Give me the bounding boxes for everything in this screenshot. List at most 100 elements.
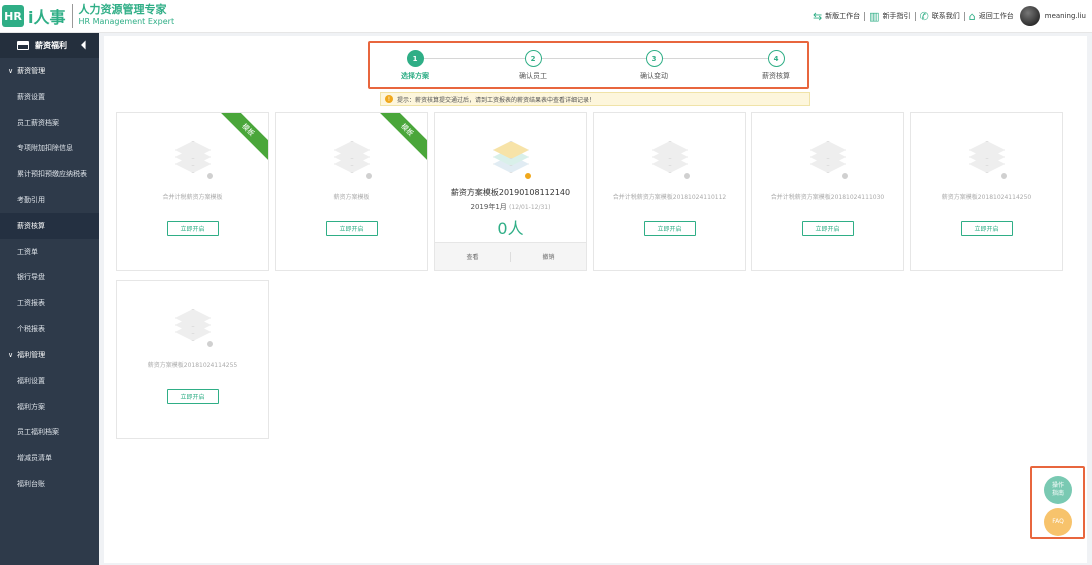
sidebar-group-label: 福利管理: [17, 350, 46, 359]
open-now-button[interactable]: 立即开启: [801, 221, 854, 236]
sidebar-item-employee-salary-files[interactable]: 员工薪资档案: [0, 110, 99, 136]
tip-text: 提示：薪资核算提交通过后，请到工资报表的薪资结果表中查看详细记录！: [397, 96, 596, 104]
chevron-down-icon: ∨: [8, 350, 14, 359]
username[interactable]: meaning.liu: [1045, 12, 1086, 20]
new-workbench-label: 新版工作台: [825, 12, 861, 20]
home-icon: ⌂: [968, 9, 976, 23]
header-links: ⇆ 新版工作台 ▥ 新手指引 ✆ 联系我们 ⌂ 返回工作台 meaning.li…: [813, 4, 1086, 28]
swap-icon: ⇆: [812, 9, 823, 23]
tip-banner: ! 提示：薪资核算提交通过后，请到工资报表的薪资结果表中查看详细记录！: [380, 92, 810, 106]
card-title: 合并计税薪资方案模板: [162, 194, 223, 201]
beginner-guide-link[interactable]: ▥ 新手指引: [869, 10, 910, 23]
card-period: 2019年1月 (12/01-12/31): [435, 202, 586, 212]
operation-guide-button[interactable]: 操作 指南: [1044, 476, 1072, 504]
step-select-plan[interactable]: 1 选择方案: [375, 50, 455, 81]
sidebar-item-benefit-settings[interactable]: 福利设置: [0, 368, 99, 394]
header-divider: [864, 11, 866, 21]
card-title: 薪资方案模板: [333, 194, 370, 201]
faq-button[interactable]: FAQ: [1044, 508, 1072, 536]
beginner-guide-label: 新手指引: [882, 12, 911, 20]
logo-brand: i人事: [28, 8, 66, 27]
stack-layers-icon: [646, 137, 694, 181]
salary-plan-card: 薪资方案模板20181024114255 立即开启: [116, 280, 269, 439]
template-ribbon: 模板: [214, 113, 268, 164]
sidebar-item-salary-settings[interactable]: 薪资设置: [0, 84, 99, 110]
main-content: 1 选择方案 2 确认员工 3 确认变动 4 薪资核算 ! 提示：薪资核算提交通…: [104, 36, 1087, 563]
app-logo[interactable]: HR i人事 人力资源管理专家 HR Management Expert: [2, 3, 174, 29]
step-number: 2: [524, 50, 542, 67]
sidebar-item-benefit-plans[interactable]: 福利方案: [0, 394, 99, 420]
step-number: 4: [767, 50, 785, 67]
open-now-button[interactable]: 立即开启: [166, 389, 219, 404]
sidebar-item-employee-benefit-files[interactable]: 员工福利档案: [0, 420, 99, 446]
collapse-sidebar-icon[interactable]: ⏴: [81, 39, 87, 53]
sidebar-item-salary-calculation[interactable]: 薪资核算: [0, 212, 99, 239]
salary-plan-card: 模板 合并计税薪资方案模板 立即开启: [116, 112, 269, 271]
period-month: 2019年1月: [470, 203, 507, 211]
sidebar-item-attendance-reference[interactable]: 考勤引用: [0, 187, 99, 213]
back-to-workbench-link[interactable]: ⌂ 返回工作台: [969, 10, 1014, 23]
step-salary-calculation[interactable]: 4 薪资核算: [736, 50, 816, 81]
steps-connector: [412, 58, 771, 59]
contact-us-label: 联系我们: [931, 12, 960, 20]
logo-title: 人力资源管理专家: [78, 3, 167, 16]
open-now-button[interactable]: 立即开启: [643, 221, 696, 236]
sidebar-item-salary-report[interactable]: 工资报表: [0, 290, 99, 316]
sidebar-item-bank-export[interactable]: 银行导盘: [0, 265, 99, 291]
card-title: 薪资方案模板20181024114250: [941, 194, 1032, 201]
open-now-button[interactable]: 立即开启: [325, 221, 378, 236]
step-label: 薪资核算: [762, 72, 790, 80]
period-range: (12/01-12/31): [509, 204, 551, 211]
top-bar: HR i人事 人力资源管理专家 HR Management Expert ⇆ 新…: [0, 0, 1092, 33]
back-to-workbench-label: 返回工作台: [978, 12, 1014, 20]
contact-us-link[interactable]: ✆ 联系我们: [920, 10, 960, 23]
logo-text: 人力资源管理专家 HR Management Expert: [79, 4, 175, 28]
chevron-down-icon: ∨: [8, 67, 14, 75]
step-confirm-changes[interactable]: 3 确认变动: [614, 50, 694, 81]
salary-plan-card: 合并计税薪资方案模板20181024111030 立即开启: [751, 112, 904, 271]
step-confirm-employees[interactable]: 2 确认员工: [493, 50, 573, 81]
salary-plan-card: 薪资方案模板20181024114250 立即开启: [910, 112, 1063, 271]
avatar[interactable]: [1019, 6, 1040, 26]
progress-steps: 1 选择方案 2 确认员工 3 确认变动 4 薪资核算: [368, 41, 809, 89]
salary-plan-card: 合并计税薪资方案模板20181024110112 立即开启: [593, 112, 746, 271]
step-label: 选择方案: [401, 72, 429, 80]
sidebar-item-special-deductions[interactable]: 专项附加扣除信息: [0, 136, 99, 162]
revoke-button[interactable]: 撤销: [511, 252, 586, 261]
sidebar-item-tax-prepayment[interactable]: 累计预扣预缴应纳税表: [0, 161, 99, 187]
logo-hr-mark: HR: [2, 5, 24, 27]
step-label: 确认变动: [640, 72, 668, 80]
book-icon: ▥: [869, 9, 880, 23]
sidebar-item-benefit-ledger[interactable]: 福利台账: [0, 471, 99, 497]
sidebar: 薪资福利 ⏴ ∨ 薪资管理 薪资设置 员工薪资档案 专项附加扣除信息 累计预扣预…: [0, 33, 99, 565]
sidebar-item-tax-report[interactable]: 个税报表: [0, 316, 99, 342]
stack-layers-icon: [487, 137, 535, 181]
new-workbench-link[interactable]: ⇆ 新版工作台: [813, 10, 860, 23]
step-label: 确认员工: [519, 72, 547, 80]
sidebar-title: 薪资福利: [35, 41, 67, 50]
open-now-button[interactable]: 立即开启: [960, 221, 1013, 236]
logo-divider: [71, 4, 73, 28]
stack-layers-icon: [169, 305, 217, 349]
active-salary-plan-card: 薪资方案模板20190108112140 2019年1月 (12/01-12/3…: [434, 112, 587, 271]
employee-count: 0人: [497, 219, 524, 238]
view-button[interactable]: 查看: [435, 252, 510, 261]
step-number: 1: [406, 50, 424, 67]
header-divider: [963, 11, 965, 21]
salary-plan-card: 模板 薪资方案模板 立即开启: [275, 112, 428, 271]
sidebar-group-salary[interactable]: ∨ 薪资管理: [0, 58, 99, 84]
card-actions: 查看 撤销: [435, 242, 586, 270]
sidebar-item-headcount-changes[interactable]: 增减员清单: [0, 445, 99, 471]
phone-icon: ✆: [919, 9, 929, 23]
header-divider: [914, 11, 916, 21]
open-now-button[interactable]: 立即开启: [166, 221, 219, 236]
card-title: 合并计税薪资方案模板20181024111030: [770, 194, 885, 201]
logo-subtitle: HR Management Expert: [78, 17, 175, 26]
stack-layers-icon: [328, 137, 376, 181]
template-ribbon: 模板: [373, 113, 427, 164]
sidebar-item-payslip[interactable]: 工资单: [0, 239, 99, 265]
card-title: 合并计税薪资方案模板20181024110112: [612, 194, 727, 201]
sidebar-group-benefits[interactable]: ∨ 福利管理: [0, 342, 99, 368]
step-number: 3: [645, 50, 663, 67]
wallet-icon: [17, 41, 29, 50]
